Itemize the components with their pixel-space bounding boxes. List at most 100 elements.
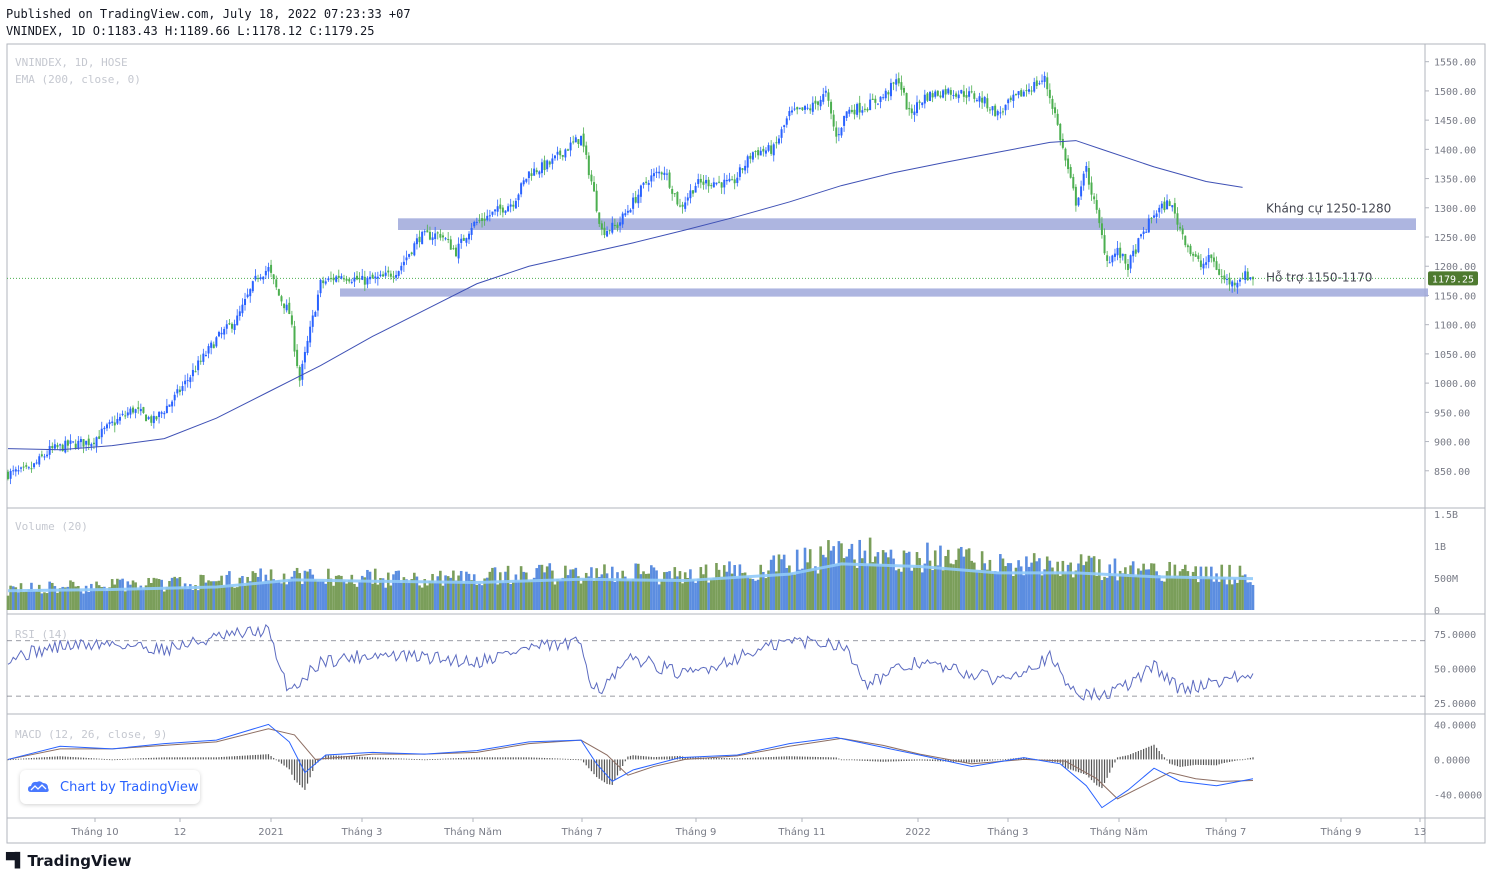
macd-histogram-bar [596, 759, 598, 778]
volume-bar [267, 580, 270, 610]
candle-body [272, 274, 275, 280]
volume-bar [1105, 577, 1109, 610]
candle-body [715, 182, 718, 185]
x-tick-label: Tháng 10 [70, 826, 118, 838]
candle-body [1061, 138, 1064, 148]
macd-histogram-bar [937, 759, 939, 762]
macd-histogram-bar [1111, 759, 1113, 768]
candle-body [199, 360, 202, 362]
macd-histogram-bar [653, 757, 655, 760]
candle-body [777, 138, 780, 144]
candle-body [118, 417, 121, 421]
macd-histogram-bar [187, 757, 189, 760]
candle-body [1155, 213, 1158, 217]
volume-bar [301, 584, 304, 610]
macd-histogram-bar [786, 756, 788, 760]
macd-histogram-bar [234, 756, 236, 760]
volume-bar [293, 570, 296, 610]
candle-body [1176, 213, 1179, 225]
volume-bar [1223, 577, 1226, 610]
support-label: Hỗ trợ 1150-1170 [1266, 270, 1372, 284]
macd-tick-label: 0.0000 [1434, 755, 1470, 766]
volume-bar [1056, 561, 1059, 610]
volume-bar [274, 580, 278, 610]
macd-histogram-bar [658, 756, 660, 760]
candle-body [408, 254, 411, 257]
volume-bar [1108, 564, 1112, 610]
macd-histogram-bar [830, 757, 832, 760]
volume-bar [618, 578, 622, 610]
candle-body [975, 99, 978, 101]
candle-body [514, 200, 517, 209]
volume-bar [545, 566, 549, 610]
macd-histogram-bar [49, 756, 51, 760]
volume-bar [386, 572, 390, 610]
volume-bar [999, 554, 1002, 610]
volume-bar [558, 580, 562, 610]
candle-body [796, 107, 799, 110]
macd-histogram-bar [478, 757, 481, 760]
macd-histogram-bar [635, 755, 637, 760]
macd-histogram-bar [754, 757, 757, 760]
candle-body [1056, 113, 1059, 125]
volume-bar [306, 571, 309, 610]
tradingview-logo[interactable]: ▀▌ TradingView [6, 852, 131, 870]
volume-bar [392, 574, 395, 610]
volume-bar [345, 583, 348, 610]
candle-body [572, 141, 575, 143]
candle-body [1244, 271, 1247, 281]
candle-body [1082, 173, 1085, 186]
volume-bar [1124, 567, 1127, 610]
candle-body [1189, 245, 1192, 255]
volume-bar [811, 569, 815, 610]
macd-histogram-bar [971, 759, 973, 763]
volume-bar [1090, 557, 1093, 610]
volume-bar [165, 586, 169, 610]
macd-histogram-bar [184, 757, 186, 760]
candle-body [731, 179, 734, 181]
price-tick-label: 1300.00 [1434, 204, 1476, 215]
candle-body [197, 360, 200, 371]
candle-body [580, 135, 583, 146]
candle-body [530, 173, 533, 176]
candle-body [400, 265, 403, 271]
volume-bar [775, 571, 778, 610]
volume-bar [454, 580, 458, 610]
candle-body [702, 181, 705, 185]
candle-body [152, 415, 155, 424]
volume-bar [952, 564, 955, 610]
candle-body [551, 158, 554, 164]
volume-bar [27, 589, 31, 610]
candle-body [593, 182, 596, 192]
macd-histogram-bar [989, 759, 991, 761]
volume-bar [269, 569, 273, 610]
volume-bar [920, 572, 924, 610]
candle-body [444, 238, 447, 240]
candle-body [947, 88, 950, 94]
macd-histogram-bar [1080, 759, 1082, 774]
volume-bar [1134, 576, 1138, 610]
chart-by-tradingview-badge[interactable]: Chart by TradingView [20, 770, 200, 804]
candle-body [665, 173, 668, 175]
volume-bar [439, 570, 442, 610]
candle-body [837, 134, 840, 136]
macd-histogram-bar [153, 757, 155, 760]
volume-bar [850, 543, 854, 610]
volume-bar [462, 583, 466, 610]
volume-bar [295, 567, 299, 610]
macd-histogram-bar [72, 757, 74, 760]
candle-body [126, 412, 129, 416]
macd-histogram-bar [807, 756, 809, 760]
macd-histogram-bar [741, 758, 744, 760]
macd-histogram-bar [926, 759, 929, 761]
price-tick-label: 1000.00 [1434, 379, 1476, 390]
volume-bar [384, 587, 387, 610]
candle-body [145, 414, 148, 422]
candle-body [991, 106, 994, 111]
volume-bar [991, 572, 994, 610]
chart-canvas[interactable]: 1550.001500.001450.001400.001350.001300.… [0, 0, 1490, 880]
volume-bar [1176, 575, 1179, 610]
volume-bar [35, 590, 38, 610]
macd-histogram-bar [572, 759, 574, 760]
candle-body [559, 150, 562, 156]
